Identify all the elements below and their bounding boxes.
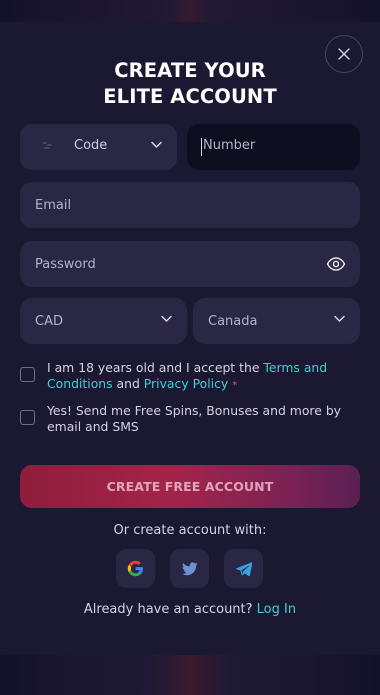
- chevron-down-icon: [151, 141, 162, 148]
- required-mark: *: [232, 379, 238, 391]
- google-signup-button[interactable]: [116, 549, 155, 588]
- marketing-consent-text: Yes! Send me Free Spins, Bonuses and mor…: [47, 403, 342, 434]
- title-line-1: CREATE YOUR: [114, 59, 266, 82]
- currency-value: CAD: [35, 313, 63, 329]
- background-strip-top: [0, 0, 380, 22]
- country-value: Canada: [208, 313, 258, 329]
- login-link[interactable]: Log In: [257, 602, 296, 617]
- login-prompt: Already have an account?: [83, 602, 257, 617]
- background-strip-bottom: [0, 655, 380, 695]
- phone-code-label: Code: [74, 138, 108, 153]
- email-placeholder: Email: [35, 197, 72, 213]
- login-row: Already have an account? Log In: [0, 602, 380, 617]
- terms-and: and: [112, 375, 144, 391]
- marketing-checkbox[interactable]: [20, 410, 35, 425]
- telegram-signup-button[interactable]: [224, 549, 263, 588]
- currency-select[interactable]: CAD: [20, 298, 187, 344]
- modal-title: CREATE YOUR ELITE ACCOUNT: [0, 58, 380, 110]
- terms-consent-row: I am 18 years old and I accept the Terms…: [20, 360, 360, 394]
- password-input[interactable]: Password: [20, 241, 360, 287]
- signup-modal: CREATE YOUR ELITE ACCOUNT Code Number Em…: [0, 22, 380, 655]
- terms-consent-text: I am 18 years old and I accept the Terms…: [47, 360, 347, 393]
- email-input[interactable]: Email: [20, 182, 360, 228]
- eye-icon[interactable]: [326, 255, 346, 273]
- country-select[interactable]: Canada: [193, 298, 360, 344]
- create-account-button[interactable]: CREATE FREE ACCOUNT: [20, 465, 360, 508]
- chevron-down-icon: [161, 315, 172, 322]
- phone-number-input[interactable]: Number: [187, 124, 360, 170]
- chevron-down-icon: [334, 315, 345, 322]
- password-placeholder: Password: [35, 256, 96, 272]
- social-signup-prompt: Or create account with:: [113, 523, 267, 538]
- marketing-consent-row: Yes! Send me Free Spins, Bonuses and mor…: [20, 403, 360, 437]
- flag-icon: [42, 142, 52, 149]
- google-icon: [127, 560, 143, 577]
- twitter-signup-button[interactable]: [170, 549, 209, 588]
- title-line-2: ELITE ACCOUNT: [103, 85, 277, 108]
- telegram-icon: [235, 561, 252, 576]
- terms-checkbox[interactable]: [20, 367, 35, 382]
- privacy-policy-link[interactable]: Privacy Policy: [144, 376, 228, 391]
- phone-number-placeholder: Number: [203, 138, 256, 153]
- phone-code-select[interactable]: Code: [20, 124, 177, 170]
- twitter-icon: [181, 561, 198, 575]
- terms-prefix: I am 18 years old and I accept the: [47, 360, 264, 375]
